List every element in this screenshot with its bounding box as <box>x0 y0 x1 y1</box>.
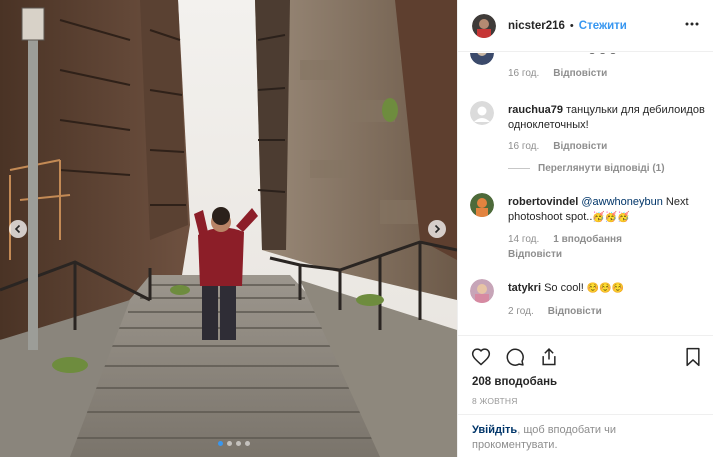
comment-username[interactable]: robertovindel <box>508 196 578 208</box>
post-date[interactable]: 8 ЖОВТНЯ <box>472 396 518 406</box>
post-header: nicster216 • Стежити <box>458 0 713 52</box>
comment-icon <box>506 348 524 366</box>
comment-likes[interactable]: 1 вподобання <box>553 234 622 245</box>
reply-button[interactable]: Відповісти <box>508 249 706 260</box>
author-username[interactable]: nicster216 <box>508 20 565 32</box>
comment-username[interactable]: rauchua79 <box>508 104 563 116</box>
follow-button[interactable]: Стежити <box>579 20 627 32</box>
carousel-dots <box>218 441 250 446</box>
comment-emoji: 😍😍😍 <box>587 53 618 56</box>
login-prompt: Увійдіть, щоб вподобати чи прокоментуват… <box>458 414 713 457</box>
commenter-avatar-image <box>470 193 494 217</box>
photo-stairs-scene <box>0 0 457 457</box>
like-button[interactable] <box>471 347 491 370</box>
commenter-avatar-image <box>470 279 494 303</box>
header-separator: • <box>569 19 574 32</box>
comment-text: robertovindel @awwhoneybun Next photosho… <box>508 195 706 225</box>
comment-body: So cool! <box>544 282 584 294</box>
heart-icon <box>471 348 491 366</box>
avatar[interactable] <box>472 13 496 38</box>
comment-time[interactable]: 16 год. <box>508 68 539 79</box>
comment-button[interactable] <box>505 347 525 370</box>
post-details-panel: nicster216 • Стежити ooooslick2017 😍😍😍 <box>457 0 713 457</box>
avatar[interactable] <box>470 193 494 217</box>
carousel-dot[interactable] <box>236 441 241 446</box>
comment-username[interactable]: tatykri <box>508 282 541 294</box>
more-options-icon <box>685 22 699 26</box>
avatar[interactable] <box>470 53 494 65</box>
share-button[interactable] <box>539 347 559 370</box>
comment-emoji: ☺️☺️☺️ <box>586 283 625 294</box>
avatar[interactable] <box>470 279 494 303</box>
post-actions-bar <box>458 335 713 377</box>
default-avatar-icon <box>470 101 494 125</box>
likes-count[interactable]: 208 вподобань <box>472 376 557 388</box>
avatar[interactable] <box>470 101 494 125</box>
carousel-dot[interactable] <box>227 441 232 446</box>
bookmark-icon <box>686 347 700 367</box>
view-replies-button[interactable]: Переглянути відповіді (1) <box>508 163 665 174</box>
post-photo[interactable] <box>0 0 457 457</box>
carousel-prev-button[interactable] <box>9 220 27 238</box>
view-replies-label: Переглянути відповіді (1) <box>538 163 665 174</box>
comment-mention[interactable]: @awwhoneybun <box>581 196 663 208</box>
more-options-button[interactable] <box>684 16 700 37</box>
login-link[interactable]: Увійдіть <box>472 424 517 436</box>
comment-text: ooooslick2017 😍😍😍 <box>508 53 706 59</box>
comment-time[interactable]: 14 год. <box>508 234 539 245</box>
comment-time[interactable]: 16 год. <box>508 141 539 152</box>
reply-button[interactable]: Відповісти <box>553 68 607 79</box>
chevron-right-icon <box>434 224 441 234</box>
save-button[interactable] <box>684 347 702 370</box>
comment-emoji: 🥳🥳🥳 <box>592 211 630 223</box>
reply-button[interactable]: Відповісти <box>548 306 602 317</box>
comment-text: tatykri So cool! ☺️☺️☺️ <box>508 281 706 297</box>
carousel-next-button[interactable] <box>428 220 446 238</box>
author-avatar-image <box>472 13 496 38</box>
comment-time[interactable]: 2 год. <box>508 306 534 317</box>
share-icon <box>542 348 556 366</box>
comment-text: rauchua79 танцульки для дебилоидов однок… <box>508 103 706 132</box>
replies-divider <box>508 168 530 169</box>
carousel-dot[interactable] <box>218 441 223 446</box>
comments-list: ooooslick2017 😍😍😍 16 год. Відповісти <box>458 53 713 335</box>
chevron-left-icon <box>14 224 21 234</box>
carousel-dot[interactable] <box>245 441 250 446</box>
commenter-avatar-image <box>470 53 494 65</box>
reply-button[interactable]: Відповісти <box>553 141 607 152</box>
comment-username[interactable]: ooooslick2017 <box>508 53 584 56</box>
